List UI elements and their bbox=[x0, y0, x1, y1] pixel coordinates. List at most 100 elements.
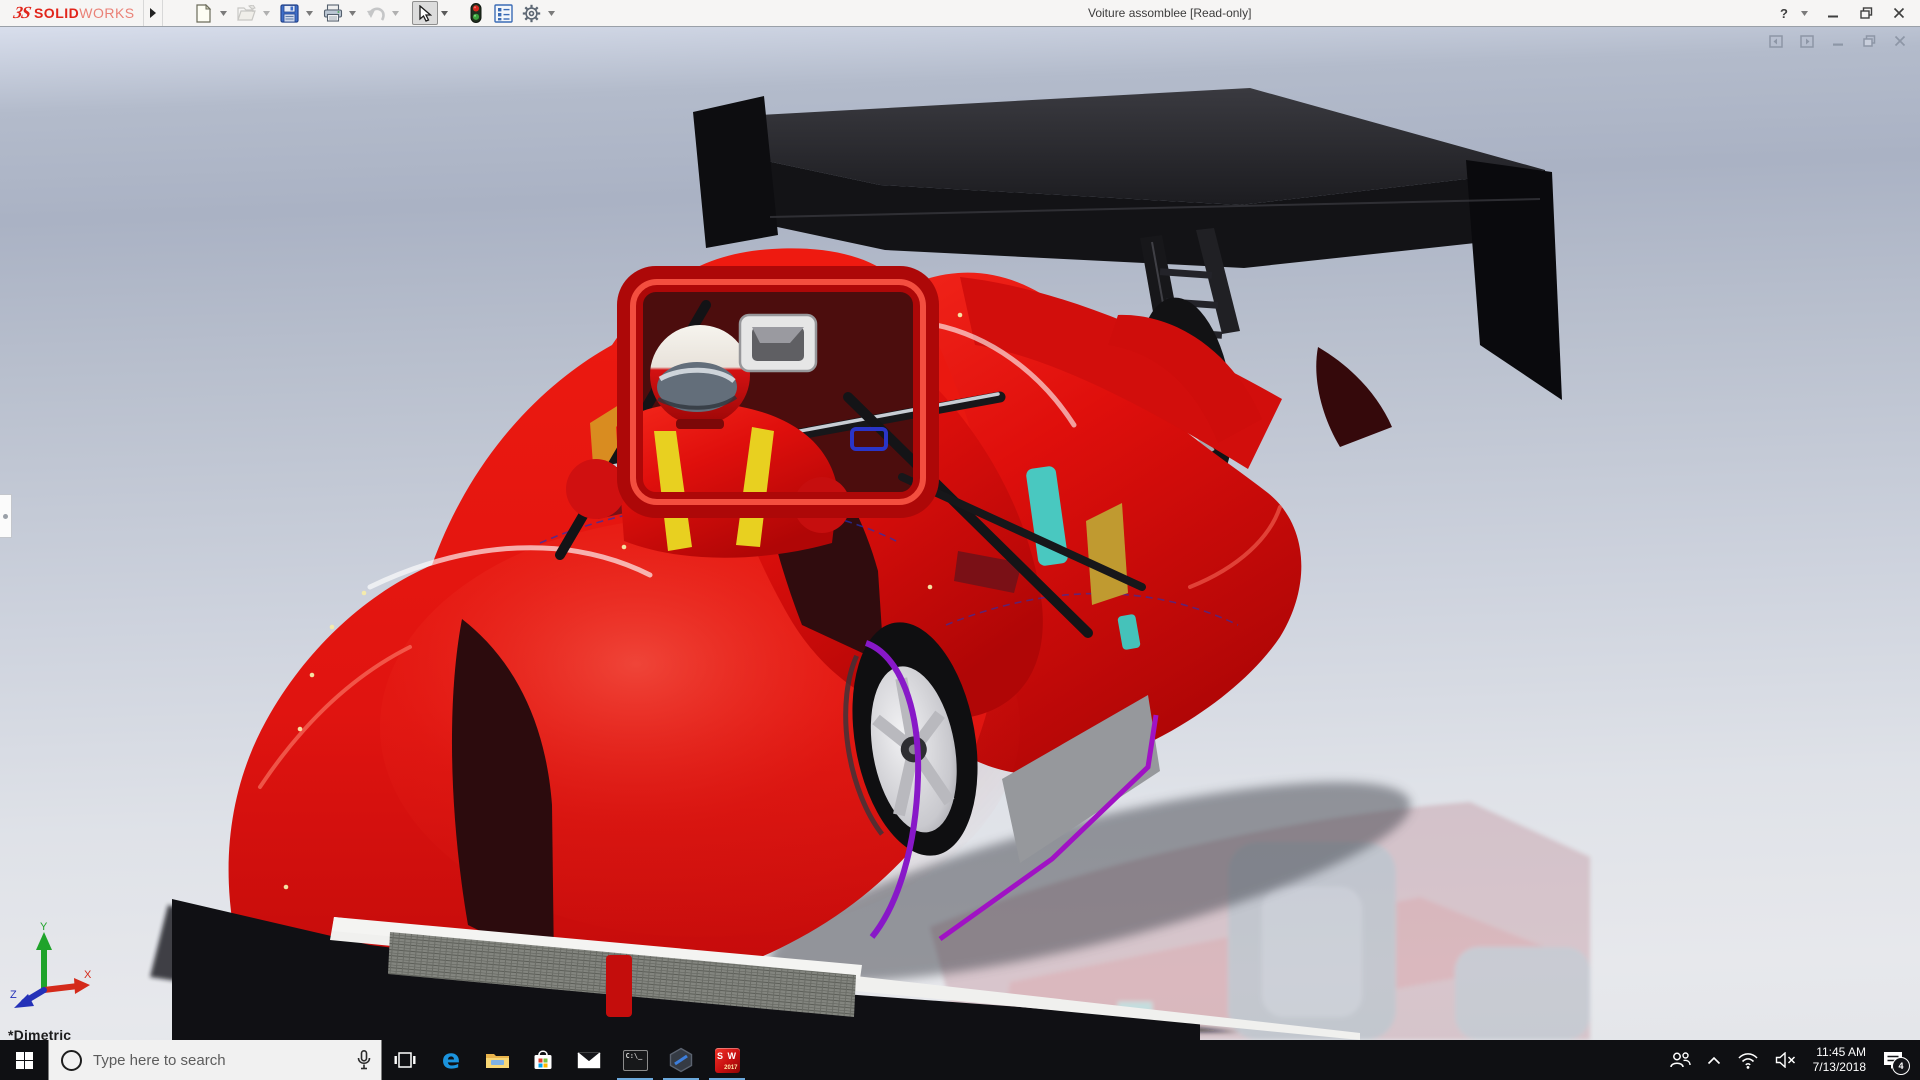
chevron-down-icon bbox=[1801, 11, 1808, 16]
taskbar-file-explorer[interactable] bbox=[474, 1040, 520, 1080]
show-hidden-icons-button[interactable] bbox=[1700, 1040, 1728, 1080]
pane-arrow-right-icon bbox=[1800, 35, 1814, 48]
taskbar-search[interactable] bbox=[48, 1040, 382, 1080]
hexagon-app-icon bbox=[668, 1047, 694, 1073]
clock-date: 7/13/2018 bbox=[1813, 1060, 1866, 1075]
taskbar-solidworks[interactable]: S W 2017 bbox=[704, 1040, 750, 1080]
select-tool-button[interactable] bbox=[412, 1, 438, 25]
chevron-down-icon bbox=[306, 11, 313, 16]
notification-badge: 4 bbox=[1892, 1057, 1910, 1075]
taskbar-command-prompt[interactable]: C:\_ bbox=[612, 1040, 658, 1080]
taskbar-store[interactable] bbox=[520, 1040, 566, 1080]
open-button bbox=[234, 1, 260, 25]
action-center-button[interactable]: 4 bbox=[1876, 1040, 1914, 1080]
help-button[interactable]: ? bbox=[1775, 2, 1793, 24]
window-controls: ? bbox=[1775, 0, 1912, 26]
chevron-down-icon bbox=[349, 11, 356, 16]
file-properties-button[interactable] bbox=[491, 1, 517, 25]
task-view-button[interactable] bbox=[382, 1040, 428, 1080]
options-dropdown[interactable] bbox=[547, 2, 556, 24]
triad-y-label: Y bbox=[40, 922, 48, 933]
people-button[interactable] bbox=[1662, 1040, 1698, 1080]
search-input[interactable] bbox=[93, 1040, 381, 1080]
car-3d-model[interactable] bbox=[0, 27, 1920, 1040]
print-dropdown[interactable] bbox=[348, 2, 357, 24]
properties-list-icon bbox=[494, 4, 513, 23]
new-document-icon bbox=[195, 4, 212, 23]
volume-button[interactable] bbox=[1768, 1040, 1803, 1080]
document-window-controls bbox=[1768, 34, 1908, 48]
restore-button[interactable] bbox=[1853, 2, 1879, 24]
play-arrow-icon bbox=[149, 7, 157, 19]
dassault-swirl-icon: 3S bbox=[12, 3, 32, 23]
solidworks-2017-icon: S W 2017 bbox=[715, 1048, 740, 1073]
microphone-icon[interactable] bbox=[357, 1050, 371, 1070]
options-button[interactable] bbox=[519, 1, 545, 25]
network-button[interactable] bbox=[1730, 1040, 1766, 1080]
new-document-button[interactable] bbox=[191, 1, 217, 25]
chevron-down-icon bbox=[263, 11, 270, 16]
graphics-viewport[interactable]: Y X Z *Dimetric bbox=[0, 27, 1920, 1040]
collapse-pane-left-button[interactable] bbox=[1768, 34, 1784, 48]
expand-menu-arrow[interactable] bbox=[144, 0, 163, 26]
people-icon bbox=[1669, 1051, 1691, 1069]
undo-arrow-icon bbox=[366, 5, 386, 21]
minimize-button[interactable] bbox=[1820, 2, 1846, 24]
printer-icon bbox=[323, 4, 343, 22]
window-title: Voiture assomblee [Read-only] bbox=[1088, 0, 1251, 26]
cortana-icon bbox=[61, 1050, 82, 1071]
minimize-icon bbox=[1832, 35, 1844, 47]
wifi-icon bbox=[1737, 1052, 1759, 1069]
tow-post bbox=[606, 955, 632, 1017]
command-prompt-icon: C:\_ bbox=[623, 1050, 648, 1071]
save-floppy-icon bbox=[280, 4, 299, 23]
chevron-down-icon bbox=[441, 11, 448, 16]
doc-restore-button[interactable] bbox=[1861, 34, 1877, 48]
brand-solid: SOLID bbox=[34, 5, 79, 21]
select-dropdown[interactable] bbox=[440, 2, 449, 24]
new-dropdown[interactable] bbox=[219, 2, 228, 24]
taskbar-app-icons: e C:\_ bbox=[382, 1040, 750, 1080]
undo-dropdown bbox=[391, 2, 400, 24]
collapse-pane-right-button[interactable] bbox=[1799, 34, 1815, 48]
title-bar: 3S SOLIDWORKS bbox=[0, 0, 1920, 27]
taskbar-hexagon-app[interactable] bbox=[658, 1040, 704, 1080]
taskbar-mail[interactable] bbox=[566, 1040, 612, 1080]
quick-access-toolbar bbox=[191, 0, 560, 26]
save-dropdown[interactable] bbox=[305, 2, 314, 24]
tab-grip-dot bbox=[3, 514, 8, 519]
store-icon bbox=[532, 1049, 554, 1071]
featuremanager-collapsed-tab[interactable] bbox=[0, 494, 12, 538]
chevron-down-icon bbox=[220, 11, 227, 16]
taskbar-edge[interactable]: e bbox=[428, 1040, 474, 1080]
chevron-down-icon bbox=[392, 11, 399, 16]
rebuild-traffic-light-button[interactable] bbox=[463, 1, 489, 25]
taskbar-clock[interactable]: 11:45 AM 7/13/2018 bbox=[1805, 1040, 1874, 1080]
windows-logo-icon bbox=[16, 1052, 33, 1069]
intake-box bbox=[740, 315, 816, 371]
orientation-triad: Y X Z bbox=[8, 922, 94, 1014]
clock-time: 11:45 AM bbox=[1816, 1045, 1866, 1060]
close-button[interactable] bbox=[1886, 2, 1912, 24]
doc-minimize-button[interactable] bbox=[1830, 34, 1846, 48]
traffic-light-icon bbox=[470, 3, 482, 23]
restore-icon bbox=[1860, 7, 1873, 19]
minimize-icon bbox=[1827, 7, 1839, 19]
print-button[interactable] bbox=[320, 1, 346, 25]
restore-icon bbox=[1863, 35, 1876, 47]
chevron-down-icon bbox=[548, 11, 555, 16]
task-view-icon bbox=[394, 1051, 416, 1069]
system-tray: 11:45 AM 7/13/2018 4 bbox=[1662, 1040, 1920, 1080]
solidworks-logo: 3S SOLIDWORKS bbox=[0, 0, 144, 26]
windows-taskbar: e C:\_ bbox=[0, 1040, 1920, 1080]
brand-works: WORKS bbox=[79, 5, 134, 21]
chevron-up-icon bbox=[1707, 1056, 1721, 1065]
start-button[interactable] bbox=[0, 1040, 48, 1080]
pane-arrow-left-icon bbox=[1769, 35, 1783, 48]
doc-close-button[interactable] bbox=[1892, 34, 1908, 48]
triad-z-label: Z bbox=[10, 989, 17, 1001]
select-cursor-icon bbox=[418, 5, 432, 22]
mail-icon bbox=[577, 1052, 601, 1069]
help-dropdown[interactable] bbox=[1800, 2, 1809, 24]
save-button[interactable] bbox=[277, 1, 303, 25]
